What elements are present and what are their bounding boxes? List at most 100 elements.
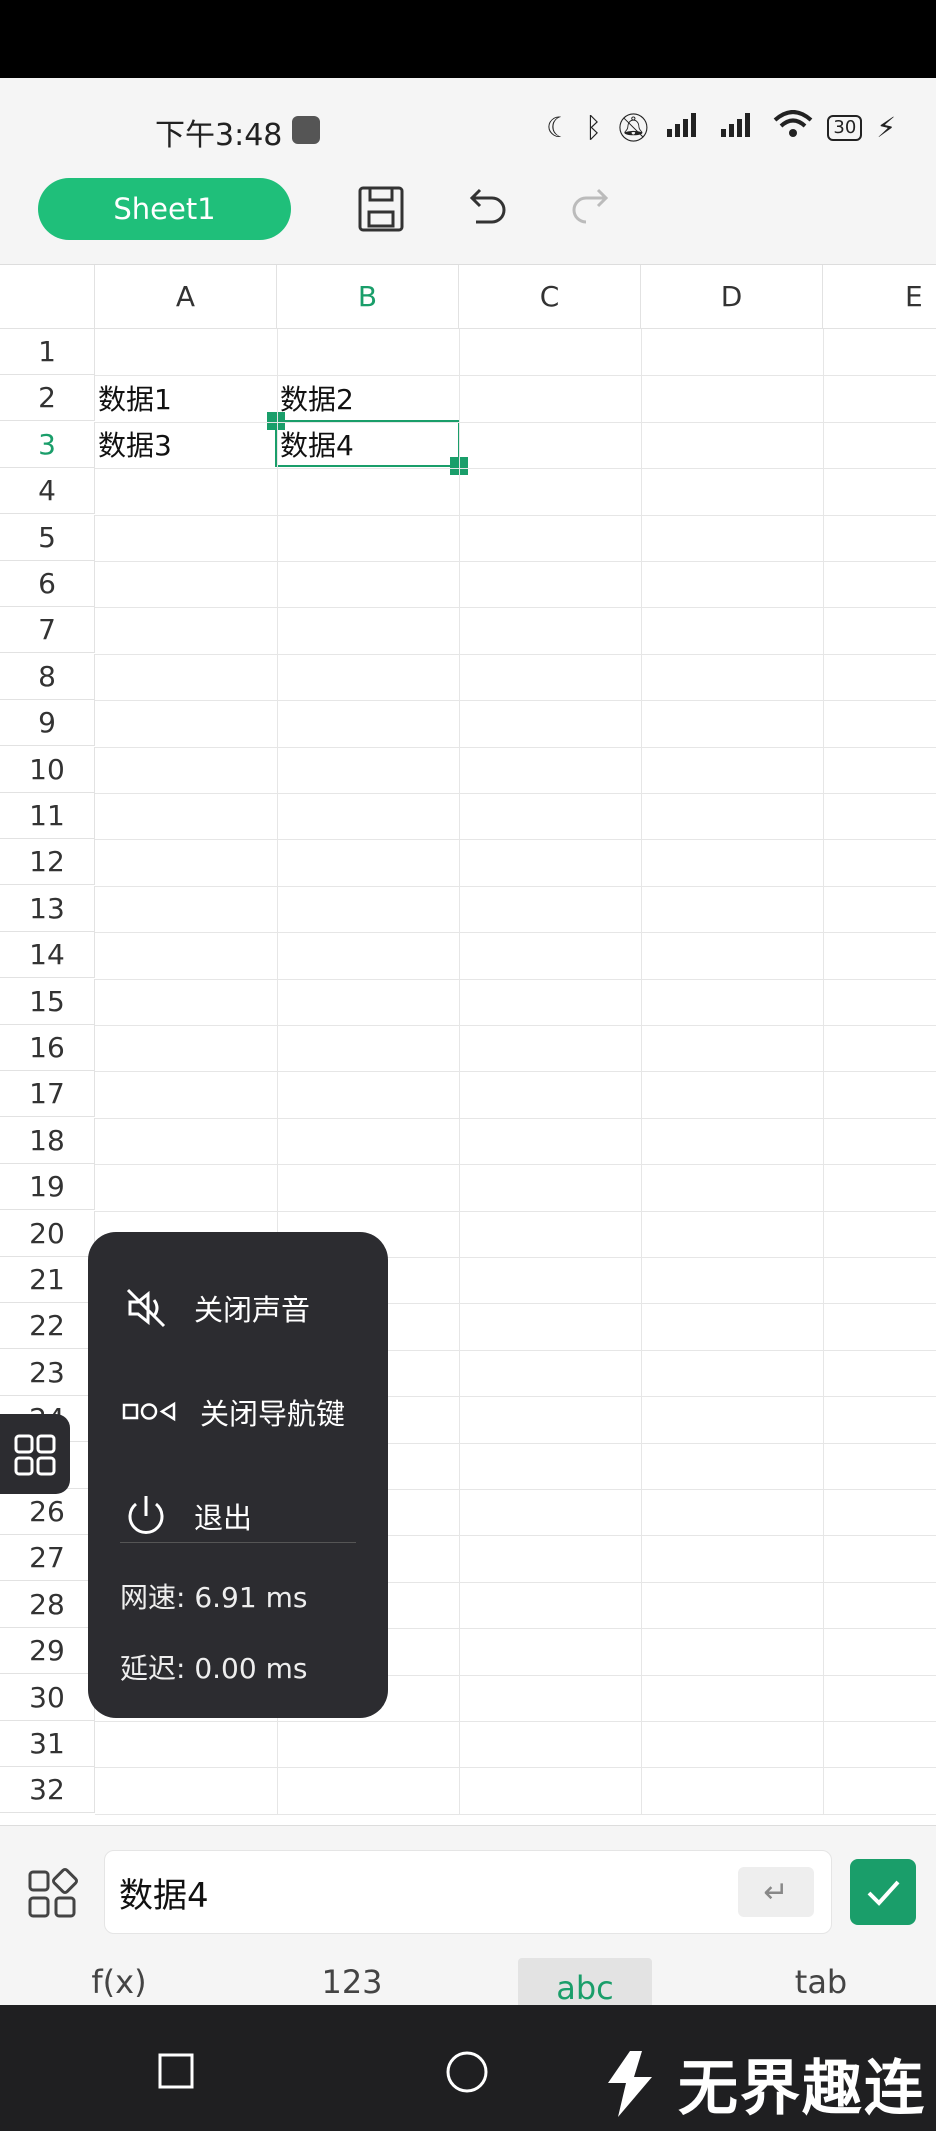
- tab-fx[interactable]: f(x): [74, 1958, 164, 2006]
- column-header-e[interactable]: E: [823, 265, 936, 329]
- muted-icon: 🔕︎: [615, 111, 652, 144]
- power-icon: [128, 1496, 164, 1534]
- grid-row-line: [95, 1767, 936, 1769]
- row-header[interactable]: 5: [0, 514, 95, 561]
- grid-column-line: [459, 329, 460, 1814]
- wifi-icon: [773, 110, 813, 145]
- enter-button[interactable]: ↵: [738, 1867, 814, 1917]
- row-header[interactable]: 10: [0, 746, 95, 793]
- mute-sound-item[interactable]: 关闭声音: [122, 1284, 310, 1332]
- row-header[interactable]: 28: [0, 1581, 95, 1628]
- row-header[interactable]: 16: [0, 1025, 95, 1071]
- row-header[interactable]: 11: [0, 793, 95, 839]
- grid-row-line: [95, 700, 936, 702]
- row-header[interactable]: 8: [0, 653, 95, 700]
- overlay-menu: 关闭声音 关闭导航键 退出 网速: 6.91 ms 延迟: 0.00 ms: [88, 1232, 388, 1718]
- row-header[interactable]: 1: [0, 329, 95, 375]
- row-header[interactable]: 6: [0, 561, 95, 607]
- tab-123[interactable]: 123: [300, 1958, 404, 2006]
- column-header-c[interactable]: C: [459, 265, 641, 329]
- undo-icon[interactable]: [462, 184, 512, 234]
- exit-label: 退出: [194, 1501, 253, 1535]
- grid-row-line: [95, 375, 936, 377]
- row-header[interactable]: 27: [0, 1535, 95, 1582]
- signal-icon: [665, 111, 705, 144]
- grid-row-line: [95, 561, 936, 562]
- recording-indicator-icon: [292, 116, 320, 144]
- redo-icon[interactable]: [566, 184, 616, 234]
- row-header[interactable]: 12: [0, 839, 95, 886]
- column-header-b[interactable]: B: [277, 265, 459, 329]
- grid-row-line: [95, 653, 936, 655]
- grid-row-line: [95, 421, 936, 423]
- hide-nav-keys-item[interactable]: 关闭导航键: [122, 1388, 345, 1436]
- home-circle-icon[interactable]: [446, 2051, 488, 2093]
- grid-row-line: [95, 793, 936, 794]
- selection-box: [275, 420, 460, 467]
- status-time: 下午3:48: [155, 118, 283, 153]
- floating-menu-button[interactable]: [0, 1414, 70, 1494]
- grid-row-line: [95, 1813, 936, 1815]
- cell-b2[interactable]: 数据2: [277, 375, 459, 421]
- check-icon: [867, 1880, 900, 1906]
- row-header[interactable]: 23: [0, 1349, 95, 1396]
- grid-icon: [14, 1434, 56, 1476]
- row-header[interactable]: 7: [0, 607, 95, 654]
- save-icon[interactable]: [356, 184, 406, 234]
- battery-icon: 30: [827, 114, 863, 141]
- row-header[interactable]: 26: [0, 1489, 95, 1535]
- row-header[interactable]: 17: [0, 1071, 95, 1118]
- nav-keys-icon: [122, 1401, 176, 1422]
- column-header-a[interactable]: A: [95, 265, 277, 329]
- grid-row-line: [95, 885, 936, 887]
- grid-column-line: [823, 329, 824, 1814]
- row-header[interactable]: 29: [0, 1628, 95, 1675]
- mute-sound-label: 关闭声音: [194, 1293, 311, 1327]
- row-header[interactable]: 9: [0, 700, 95, 747]
- recents-square-icon[interactable]: [158, 2053, 194, 2089]
- grid-column-line: [641, 329, 642, 1814]
- grid-row-line: [95, 978, 936, 980]
- net-speed-text: 网速: 6.91 ms: [120, 1581, 308, 1614]
- signal-icon-2: [719, 111, 759, 144]
- row-header[interactable]: 14: [0, 932, 95, 979]
- grid-row-line: [95, 1025, 936, 1026]
- row-header[interactable]: 3: [0, 421, 95, 468]
- row-header[interactable]: 13: [0, 885, 95, 932]
- grid-row-line: [95, 1164, 936, 1166]
- charging-icon: ⚡︎: [876, 111, 896, 144]
- hide-nav-keys-label: 关闭导航键: [200, 1397, 346, 1431]
- row-header[interactable]: 30: [0, 1674, 95, 1721]
- row-header[interactable]: 21: [0, 1257, 95, 1303]
- cell-a3[interactable]: 数据3: [95, 421, 277, 467]
- layout-icon[interactable]: [26, 1868, 78, 1924]
- row-header[interactable]: 15: [0, 978, 95, 1025]
- bluetooth-icon: ᛒ: [585, 111, 602, 144]
- grid-row-line: [95, 1721, 936, 1722]
- row-header[interactable]: 2: [0, 375, 95, 422]
- exit-item[interactable]: 退出: [122, 1492, 252, 1540]
- grid-row-line: [95, 468, 936, 470]
- speaker-muted-icon: [126, 1288, 166, 1328]
- corner-header[interactable]: [0, 265, 95, 329]
- row-header[interactable]: 19: [0, 1164, 95, 1211]
- grid-row-line: [95, 746, 936, 748]
- watermark: 无界趣连: [600, 2040, 926, 2127]
- row-header[interactable]: 32: [0, 1767, 95, 1814]
- latency-text: 延迟: 0.00 ms: [120, 1652, 308, 1685]
- row-header[interactable]: 31: [0, 1721, 95, 1767]
- row-header[interactable]: 20: [0, 1210, 95, 1257]
- grid-row-line: [95, 514, 936, 516]
- cell-value-input[interactable]: 数据4: [104, 1850, 832, 1934]
- row-header[interactable]: 18: [0, 1117, 95, 1164]
- row-header[interactable]: 22: [0, 1303, 95, 1350]
- cell-a2[interactable]: 数据1: [95, 375, 277, 421]
- tab-tab[interactable]: tab: [776, 1958, 866, 2006]
- row-header[interactable]: 4: [0, 468, 95, 515]
- column-header-d[interactable]: D: [641, 265, 823, 329]
- grid-row-line: [95, 839, 936, 841]
- top-black-bar: [0, 0, 936, 78]
- watermark-text: 无界趣连: [678, 2054, 926, 2124]
- sheet-tab[interactable]: Sheet1: [38, 178, 291, 240]
- confirm-button[interactable]: [850, 1859, 916, 1925]
